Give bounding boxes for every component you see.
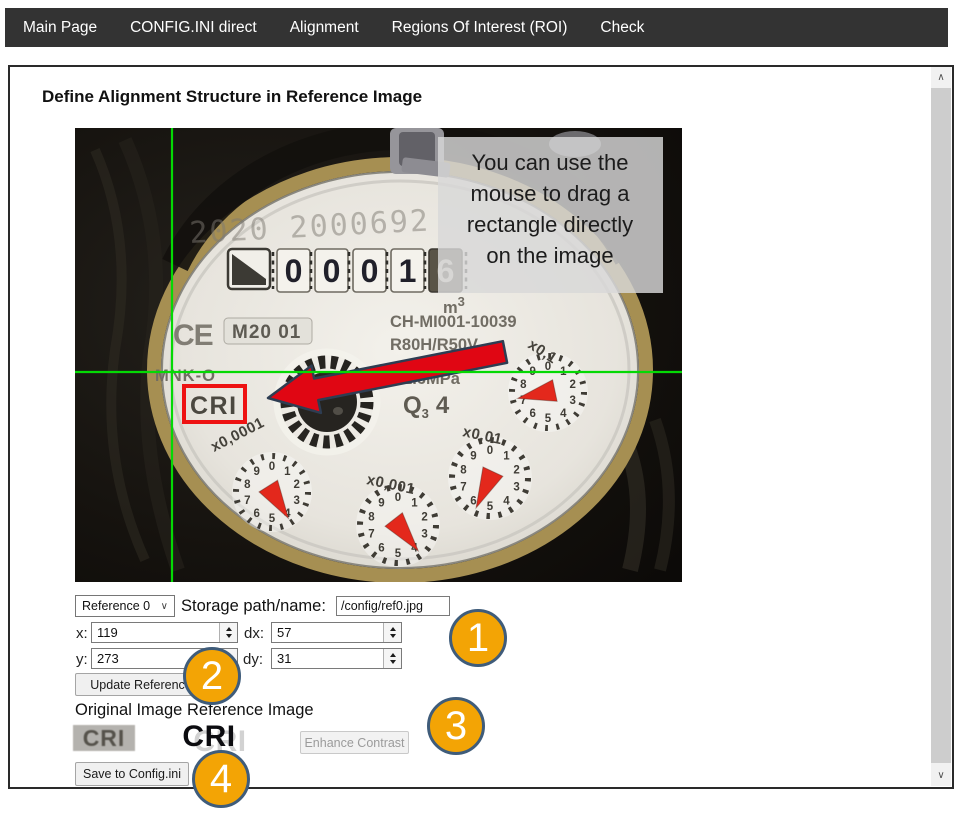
reference-select[interactable]: Reference 0 ∨ (75, 595, 175, 617)
svg-text:1: 1 (284, 466, 291, 478)
svg-text:0: 0 (323, 253, 341, 289)
svg-text:0: 0 (361, 253, 379, 289)
dy-spinner[interactable] (383, 649, 401, 668)
svg-text:1: 1 (503, 450, 510, 462)
nav-item-roi[interactable]: Regions Of Interest (ROI) (392, 19, 568, 37)
original-image-label: Original Image (75, 701, 182, 720)
svg-text:2: 2 (513, 464, 519, 476)
callout-3: 3 (427, 697, 485, 755)
cri-text: CRI (190, 392, 238, 420)
svg-text:0: 0 (269, 461, 275, 473)
svg-text:8: 8 (520, 379, 527, 391)
svg-text:3: 3 (293, 495, 299, 507)
svg-text:3: 3 (569, 395, 575, 407)
svg-text:5: 5 (545, 413, 552, 425)
svg-text:mouse to drag a: mouse to drag a (471, 181, 631, 206)
svg-text:7: 7 (368, 529, 374, 541)
svg-text:5: 5 (395, 548, 402, 560)
page-heading: Define Alignment Structure in Reference … (42, 87, 422, 107)
svg-text:6: 6 (378, 543, 384, 555)
dx-field (271, 622, 402, 643)
svg-text:7: 7 (460, 482, 466, 494)
chevron-down-icon: ∨ (161, 601, 168, 612)
dx-label: dx: (244, 625, 264, 642)
svg-text:6: 6 (470, 496, 476, 508)
svg-text:6: 6 (529, 408, 535, 420)
meter-flag-icon (228, 249, 270, 289)
svg-text:6: 6 (253, 508, 259, 520)
svg-text:2: 2 (569, 379, 575, 391)
nav-item-config-ini[interactable]: CONFIG.INI direct (130, 19, 257, 37)
svg-text:9: 9 (470, 450, 476, 462)
model-text: CH-MI001-10039 (390, 313, 517, 331)
svg-text:8: 8 (460, 464, 467, 476)
image-overlay-hint: You can use the mouse to drag a rectangl… (438, 137, 663, 293)
brand-text: MNK-O (155, 367, 216, 385)
x-label: x: (76, 625, 88, 642)
svg-text:You can use the: You can use the (472, 150, 629, 175)
x-spinner[interactable] (219, 623, 237, 642)
scrollbar[interactable]: ∧ ∨ (931, 67, 951, 786)
approval-text: M20 01 (232, 322, 301, 343)
dx-spinner[interactable] (383, 623, 401, 642)
reference-select-value: Reference 0 (82, 599, 150, 613)
reference-image[interactable]: 2020 2000692 00016 m3 CE M20 01 CH-MI001… (75, 128, 682, 582)
top-nav: Main Page CONFIG.INI direct Alignment Re… (5, 8, 948, 47)
svg-text:0: 0 (487, 445, 493, 457)
svg-text:1: 1 (399, 253, 417, 289)
svg-text:9: 9 (378, 497, 384, 509)
scrollbar-up-button[interactable]: ∧ (931, 67, 951, 88)
cri-original-thumbnail: CRI (73, 725, 135, 751)
svg-text:4: 4 (560, 408, 567, 420)
x-input[interactable] (91, 622, 238, 643)
svg-text:rectangle directly: rectangle directly (467, 212, 633, 237)
callout-4: 4 (192, 750, 250, 808)
nav-item-main-page[interactable]: Main Page (23, 19, 97, 37)
cri-reference-thumbnail: CRI (175, 719, 243, 755)
svg-text:8: 8 (244, 479, 251, 491)
nav-item-check[interactable]: Check (600, 19, 644, 37)
enhance-contrast-button[interactable]: Enhance Contrast (300, 731, 409, 754)
svg-text:5: 5 (487, 501, 494, 513)
svg-text:2: 2 (421, 511, 427, 523)
ce-mark: CE (173, 319, 213, 352)
counter-digits: 00016 (273, 249, 466, 292)
svg-text:8: 8 (368, 511, 375, 523)
svg-text:on the image: on the image (486, 243, 613, 268)
svg-text:3: 3 (421, 529, 427, 541)
scrollbar-down-button[interactable]: ∨ (931, 765, 951, 786)
dy-field (271, 648, 402, 669)
svg-text:3: 3 (513, 482, 519, 494)
svg-text:2: 2 (293, 479, 299, 491)
scrollbar-thumb[interactable] (931, 88, 951, 763)
save-to-config-button[interactable]: Save to Config.ini (75, 762, 189, 786)
svg-text:7: 7 (244, 495, 250, 507)
y-label: y: (76, 651, 88, 668)
svg-text:9: 9 (253, 466, 259, 478)
svg-text:5: 5 (269, 513, 276, 525)
x-field (91, 622, 238, 643)
callout-2: 2 (183, 647, 241, 705)
app-root: Main Page CONFIG.INI direct Alignment Re… (0, 0, 960, 816)
storage-path-input[interactable] (336, 596, 450, 616)
callout-1: 1 (449, 609, 507, 667)
svg-text:4: 4 (503, 496, 510, 508)
dy-label: dy: (243, 651, 263, 668)
storage-path-label: Storage path/name: (181, 597, 326, 616)
svg-text:0: 0 (285, 253, 303, 289)
svg-text:1: 1 (411, 497, 418, 509)
nav-item-alignment[interactable]: Alignment (290, 19, 359, 37)
